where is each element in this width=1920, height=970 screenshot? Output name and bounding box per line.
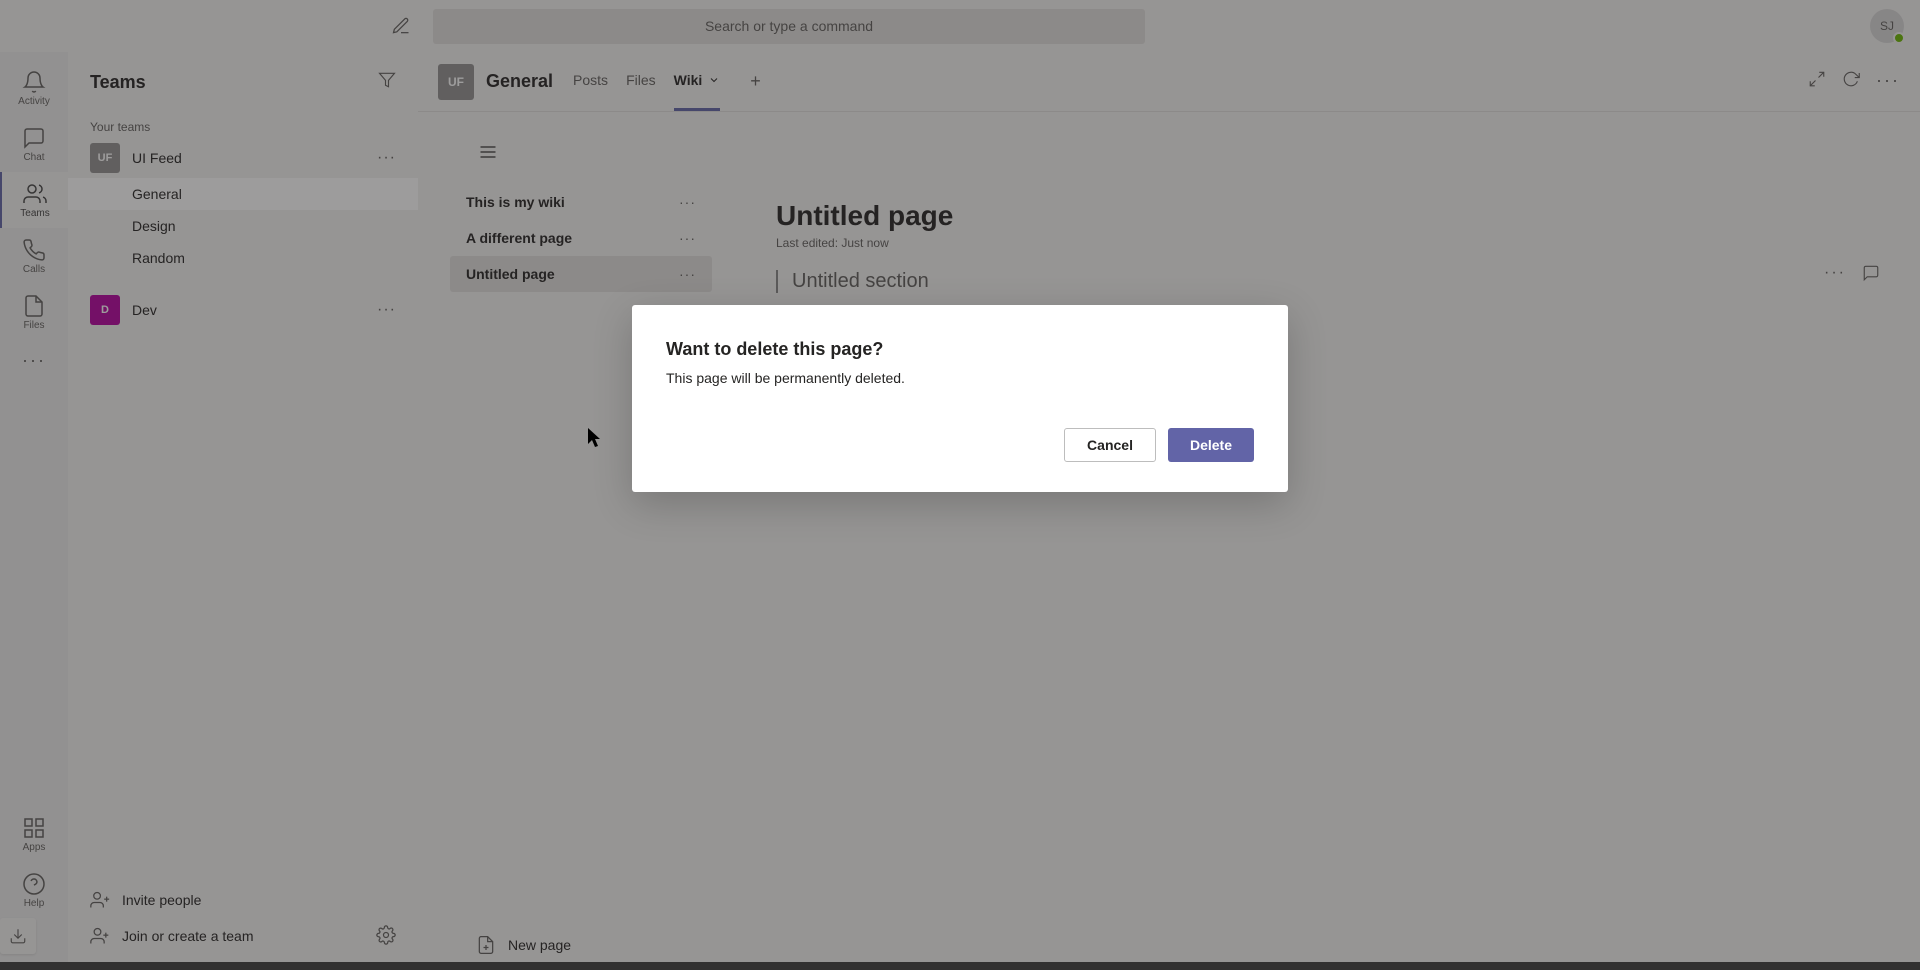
cancel-button[interactable]: Cancel	[1064, 428, 1156, 462]
delete-button[interactable]: Delete	[1168, 428, 1254, 462]
delete-confirmation-dialog: Want to delete this page? This page will…	[632, 305, 1288, 492]
modal-overlay: Want to delete this page? This page will…	[0, 0, 1920, 970]
modal-message: This page will be permanently deleted.	[666, 370, 1254, 386]
modal-title: Want to delete this page?	[666, 339, 1254, 360]
